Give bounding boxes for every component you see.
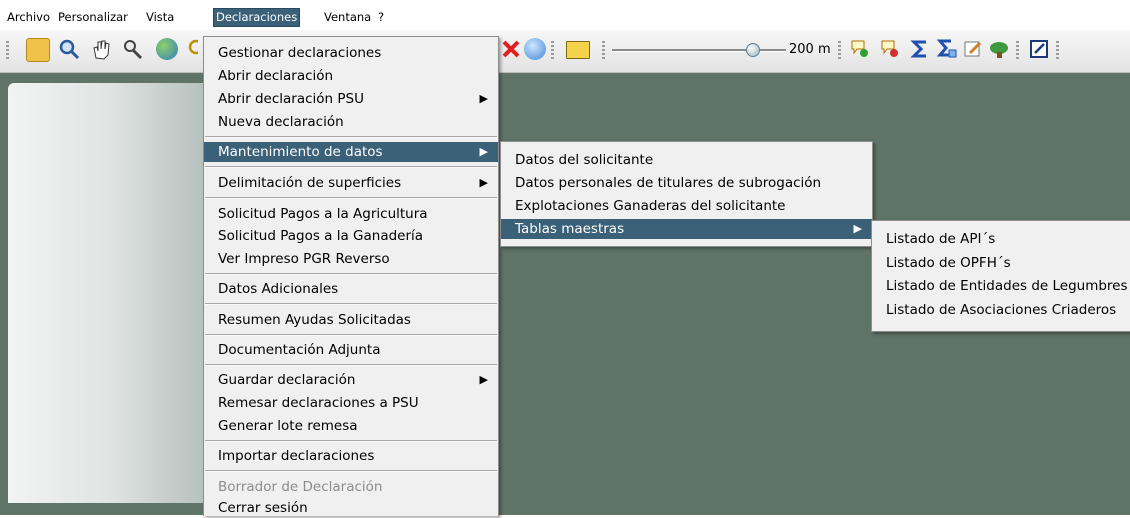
menu-item-nueva-declaracion[interactable]: Nueva declaración <box>204 112 498 132</box>
menu-separator <box>205 303 497 305</box>
menu-item-datos-del-solicitante[interactable]: Datos del solicitante <box>501 150 872 170</box>
submenu-arrow-icon: ▶ <box>479 176 488 189</box>
toolbar-separator-4 <box>1016 41 1019 59</box>
menu-archivo[interactable]: Archivo <box>5 9 52 26</box>
menu-item-guardar-declaracion[interactable]: Guardar declaración ▶ <box>204 370 498 390</box>
menu-item-mantenimiento-de-datos[interactable]: Mantenimiento de datos ▶ <box>204 142 498 162</box>
toolbar-separator-2 <box>602 41 605 59</box>
menu-item-generar-lote-remesa[interactable]: Generar lote remesa <box>204 416 498 436</box>
toolbar-separator-3 <box>838 41 841 59</box>
menu-item-abrir-declaracion[interactable]: Abrir declaración <box>204 66 498 86</box>
menu-personalizar[interactable]: Personalizar <box>56 9 130 26</box>
menu-bar: Archivo Personalizar Vista Declaraciones… <box>0 0 1130 30</box>
scale-label: 200 m <box>789 42 831 57</box>
menu-item-delimitacion-de-superficies[interactable]: Delimitación de superficies ▶ <box>204 173 498 193</box>
menu-separator <box>205 273 497 275</box>
pan-hand-icon[interactable] <box>90 38 112 60</box>
identify-icon[interactable] <box>122 38 144 60</box>
delete-icon[interactable] <box>500 38 522 60</box>
menu-item-cerrar-sesion[interactable]: Cerrar sesión <box>204 498 498 518</box>
toolbar-grip[interactable] <box>6 41 9 59</box>
submenu-arrow-icon: ▶ <box>479 145 488 158</box>
toolbar: 200 m <box>0 30 1130 73</box>
vegetation-icon[interactable] <box>988 38 1010 60</box>
menu-separator <box>205 197 497 199</box>
menu-item-listado-entidades-legumbres[interactable]: Listado de Entidades de Legumbres <box>872 276 1130 296</box>
stats-icon[interactable] <box>936 38 958 60</box>
menu-declaraciones[interactable]: Declaraciones <box>212 8 301 27</box>
menu-item-datos-adicionales[interactable]: Datos Adicionales <box>204 279 498 299</box>
search-icon[interactable] <box>188 38 204 60</box>
menu-item-tablas-maestras[interactable]: Tablas maestras ▶ <box>501 219 872 239</box>
menu-item-datos-personales-titulares[interactable]: Datos personales de titulares de subroga… <box>501 173 872 193</box>
info-icon[interactable] <box>524 38 546 60</box>
edit-icon[interactable] <box>962 38 984 60</box>
menu-item-listado-apis[interactable]: Listado de API´s <box>872 229 1130 249</box>
menu-item-explotaciones-ganaderas[interactable]: Explotaciones Ganaderas del solicitante <box>501 196 872 216</box>
menu-item-borrador-de-declaracion: Borrador de Declaración <box>218 479 383 495</box>
sum-icon[interactable] <box>909 38 931 60</box>
add-point-icon[interactable] <box>849 38 871 60</box>
declaraciones-menu: Gestionar declaraciones Abrir declaració… <box>203 36 499 516</box>
menu-item-abrir-declaracion-psu[interactable]: Abrir declaración PSU ▶ <box>204 89 498 109</box>
menu-item-gestionar-declaraciones[interactable]: Gestionar declaraciones <box>204 43 498 63</box>
form-icon[interactable] <box>1028 38 1050 60</box>
tablas-maestras-submenu: Listado de API´s Listado de OPFH´s Lista… <box>871 220 1130 332</box>
menu-item-solicitud-pagos-agricultura[interactable]: Solicitud Pagos a la Agricultura <box>204 204 498 224</box>
submenu-arrow-icon: ▶ <box>853 222 862 235</box>
submenu-arrow-icon: ▶ <box>479 92 488 105</box>
menu-separator <box>205 166 497 168</box>
menu-separator <box>205 364 497 366</box>
menu-separator <box>205 136 497 138</box>
open-file-icon[interactable] <box>26 38 50 62</box>
zoom-icon[interactable] <box>58 38 80 60</box>
menu-item-listado-asociaciones-criaderos[interactable]: Listado de Asociaciones Criaderos <box>872 300 1130 320</box>
menu-separator <box>205 440 497 442</box>
menu-item-listado-opfhs[interactable]: Listado de OPFH´s <box>872 253 1130 273</box>
menu-separator <box>205 470 497 472</box>
menu-item-ver-impreso-pgr-reverso[interactable]: Ver Impreso PGR Reverso <box>204 249 498 269</box>
slider-thumb[interactable] <box>745 43 760 57</box>
globe-icon[interactable] <box>156 38 178 60</box>
menu-item-importar-declaraciones[interactable]: Importar declaraciones <box>204 446 498 466</box>
menu-item-documentacion-adjunta[interactable]: Documentación Adjunta <box>204 340 498 360</box>
menu-item-solicitud-pagos-ganaderia[interactable]: Solicitud Pagos a la Ganadería <box>204 226 498 246</box>
toolbar-grip-end <box>1056 41 1059 59</box>
menu-item-remesar-declaraciones-psu[interactable]: Remesar declaraciones a PSU <box>204 393 498 413</box>
mantenimiento-submenu: Datos del solicitante Datos personales d… <box>500 141 873 247</box>
scale-slider[interactable] <box>612 43 786 57</box>
menu-item-resumen-ayudas-solicitadas[interactable]: Resumen Ayudas Solicitadas <box>204 310 498 330</box>
menu-help[interactable]: ? <box>376 9 386 26</box>
remove-point-icon[interactable] <box>879 38 901 60</box>
menu-separator <box>205 334 497 336</box>
toolbar-separator <box>551 41 554 59</box>
ruler-icon[interactable] <box>566 41 590 59</box>
menu-vista[interactable]: Vista <box>144 9 176 26</box>
menu-ventana[interactable]: Ventana <box>322 9 373 26</box>
submenu-arrow-icon: ▶ <box>479 373 488 386</box>
